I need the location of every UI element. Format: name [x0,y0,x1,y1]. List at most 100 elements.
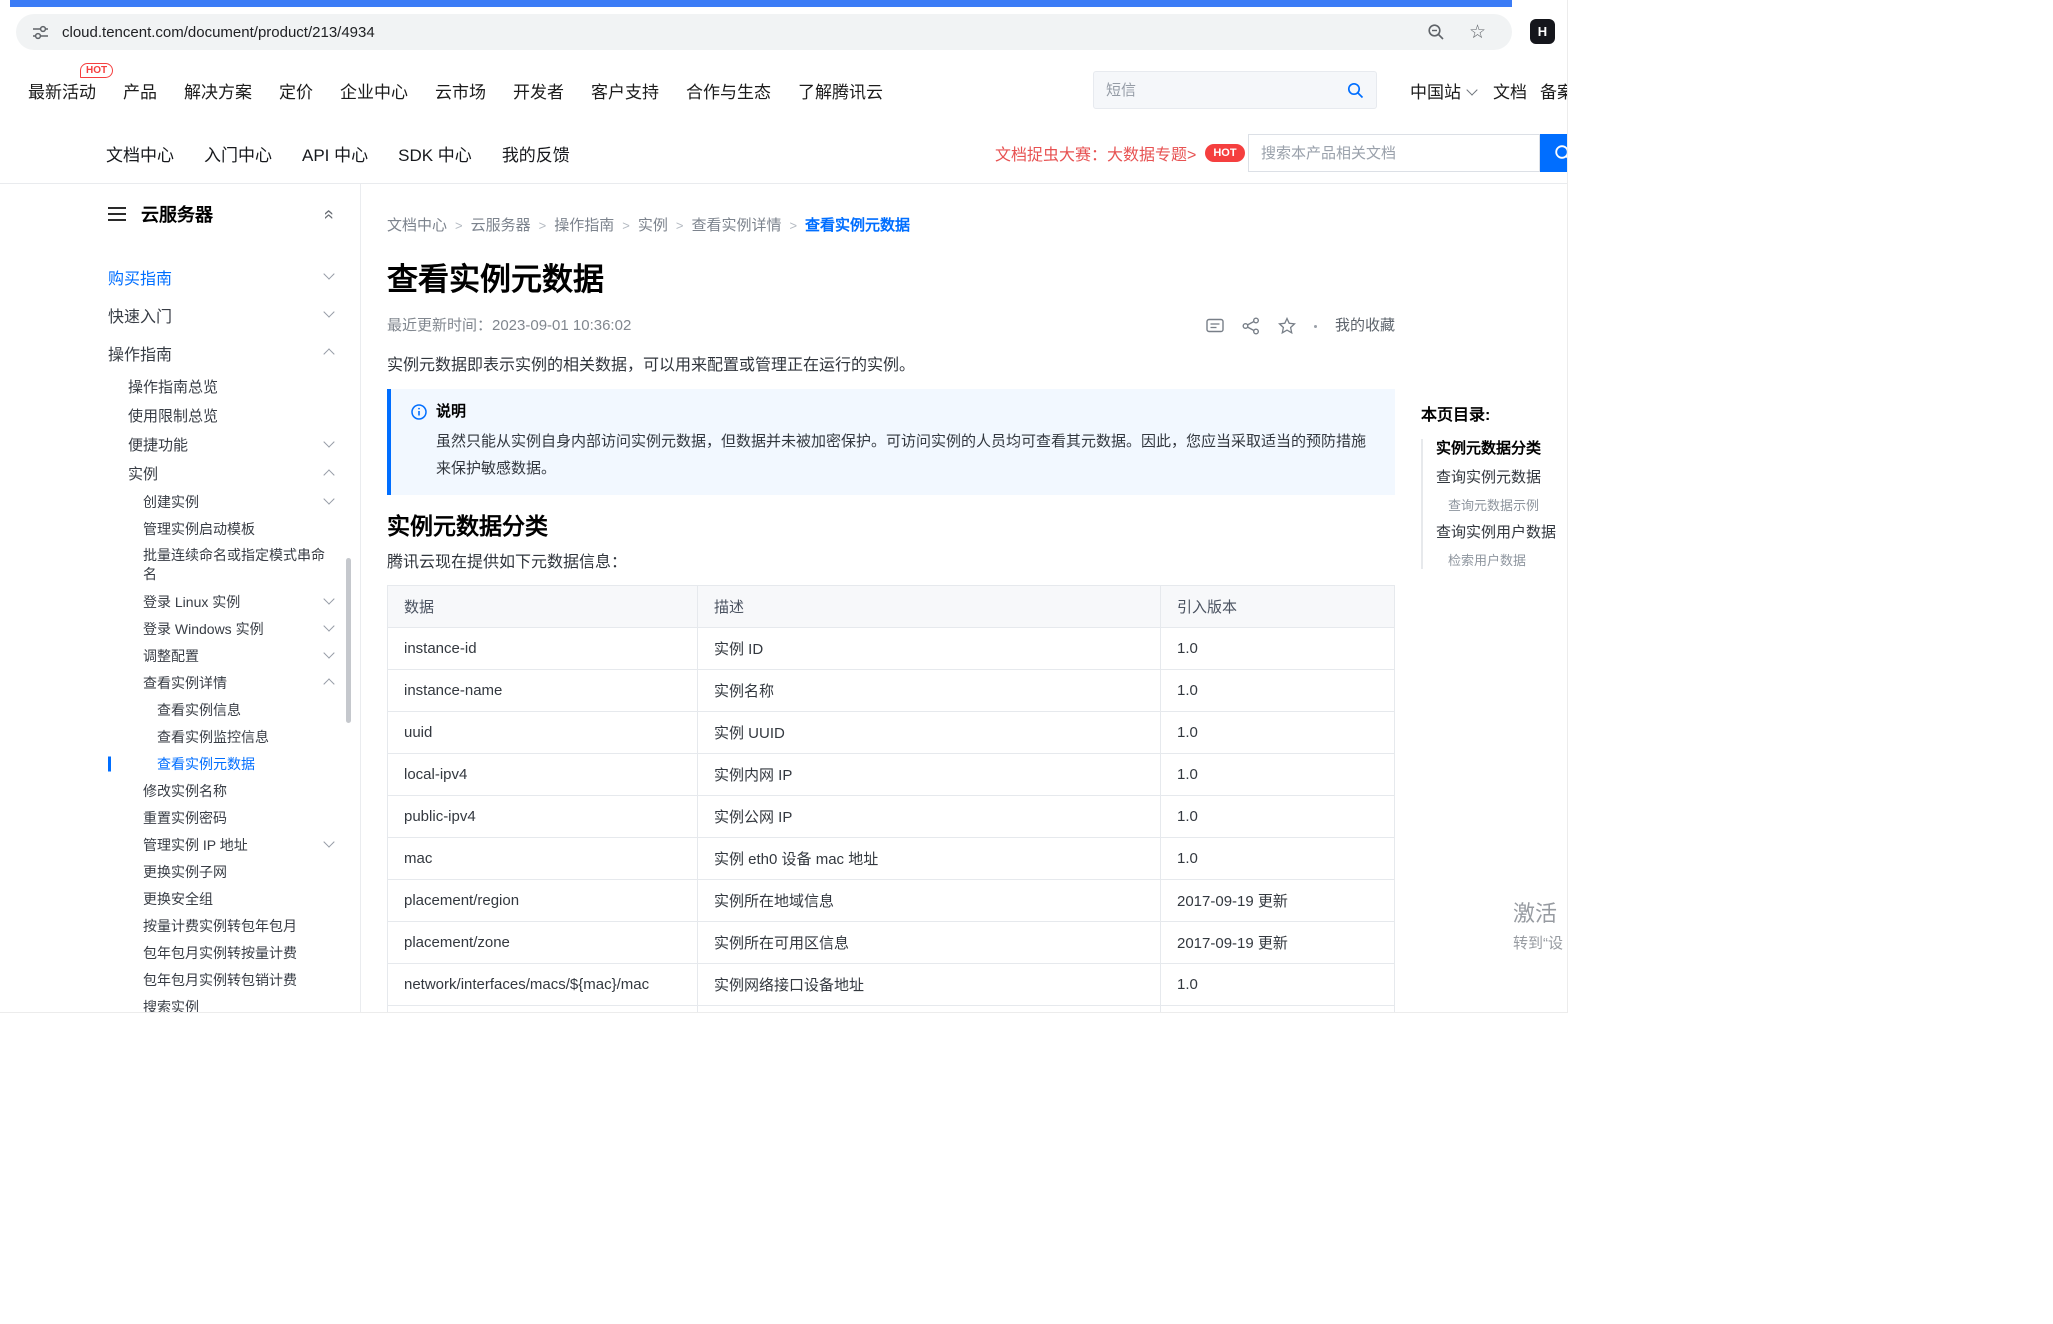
doc-nav-item[interactable]: 我的反馈 [502,141,570,166]
sidebar-item[interactable]: 使用限制总览 [90,401,360,430]
sidebar-item[interactable]: 操作指南总览 [90,372,360,401]
sidebar-item[interactable]: 登录 Linux 实例 [90,588,360,615]
toc-item[interactable]: 查询实例元数据 [1436,468,1568,488]
sidebar-item[interactable]: 搜索实例 [90,993,360,1013]
doc-nav-item[interactable]: 文档中心 [106,141,174,166]
sidebar-item[interactable]: 管理实例 IP 地址 [90,831,360,858]
sidebar-item[interactable]: 购买指南 [90,258,360,296]
search-icon[interactable] [1347,82,1364,99]
main-nav-item[interactable]: 产品 [123,78,157,103]
table-cell: public-ipv4 [388,796,698,838]
feedback-icon[interactable] [1206,318,1224,335]
nav-beian-link[interactable]: 备案 [1540,57,1568,123]
chevron-down-icon[interactable] [325,597,334,606]
share-icon[interactable] [1242,317,1260,335]
breadcrumb-item[interactable]: 查看实例详情 [691,216,781,236]
toc-item[interactable]: 查询元数据示例 [1436,497,1568,514]
extension-badge[interactable]: H [1530,19,1555,44]
sidebar-item[interactable]: 操作指南 [90,334,360,372]
main-nav-item[interactable]: 定价 [279,78,313,103]
sidebar-item[interactable]: 调整配置 [90,642,360,669]
toc-item[interactable]: 检索用户数据 [1436,552,1568,569]
collapse-sidebar-icon[interactable]: « [318,209,339,219]
sidebar-item[interactable]: 按量计费实例转包年包月 [90,912,360,939]
sidebar-item[interactable]: 查看实例监控信息 [90,723,360,750]
chevron-up-icon[interactable] [325,348,334,357]
breadcrumb-item[interactable]: 操作指南 [554,216,614,236]
last-updated: 最近更新时间：2023-09-01 10:36:02 [387,316,631,336]
chevron-down-icon[interactable] [325,497,334,506]
sidebar-item[interactable]: 创建实例 [90,488,360,515]
chevron-down-icon[interactable] [325,272,334,281]
region-selector[interactable]: 中国站 [1410,57,1477,123]
table-cell [388,1006,698,1014]
chevron-down-icon[interactable] [325,440,334,449]
favorite-star-icon[interactable] [1278,317,1296,335]
doc-search[interactable] [1248,134,1540,172]
global-search[interactable] [1093,71,1377,109]
main-nav-item[interactable]: 最新活动 [28,78,96,103]
sidebar-item[interactable]: 修改实例名称 [90,777,360,804]
main-nav-item[interactable]: 合作与生态 [686,78,771,103]
breadcrumb-item[interactable]: 文档中心 [387,216,447,236]
sidebar-item[interactable]: 便捷功能 [90,430,360,459]
my-favorites-link[interactable]: 我的收藏 [1335,316,1395,336]
doc-search-input[interactable] [1261,145,1527,162]
browser-window: ☆ H HOT 最新活动产品解决方案定价企业中心云市场开发者客户支持合作与生态了… [0,0,1568,1013]
toc-item[interactable]: 实例元数据分类 [1436,439,1568,459]
sidebar-item[interactable]: 快速入门 [90,296,360,334]
table-row-clipped [388,1006,1395,1014]
table-cell: 实例所在地域信息 [698,880,1161,922]
toc-item[interactable]: 查询实例用户数据 [1436,523,1568,543]
sidebar-item[interactable]: 查看实例详情 [90,669,360,696]
promo-link[interactable]: 文档捉虫大赛：大数据专题> HOT [995,123,1245,183]
menu-icon[interactable] [108,213,126,215]
breadcrumb-item[interactable]: 实例 [638,216,668,236]
main-nav-item[interactable]: 客户支持 [591,78,659,103]
sidebar-item[interactable]: 登录 Windows 实例 [90,615,360,642]
chevron-up-icon[interactable] [325,469,334,478]
sidebar-item[interactable]: 查看实例信息 [90,696,360,723]
zoom-icon[interactable] [1427,23,1445,41]
sidebar-item[interactable]: 批量连续命名或指定模式串命名 [90,542,360,588]
global-search-input[interactable] [1106,82,1347,99]
chevron-down-icon[interactable] [325,651,334,660]
sidebar-item[interactable]: 包年包月实例转按量计费 [90,939,360,966]
sidebar-scrollbar[interactable] [346,558,351,723]
table-cell: 1.0 [1161,964,1395,1006]
bookmark-star-icon[interactable]: ☆ [1469,23,1486,42]
doc-nav-item[interactable]: 入门中心 [204,141,272,166]
sidebar-item[interactable]: 更换安全组 [90,885,360,912]
nav-doc-link[interactable]: 文档 [1493,57,1527,123]
site-settings-icon[interactable] [32,24,49,41]
sidebar-item[interactable]: 重置实例密码 [90,804,360,831]
doc-nav-item[interactable]: API 中心 [302,141,368,166]
sidebar-item[interactable]: 更换实例子网 [90,858,360,885]
sidebar-item[interactable]: 查看实例元数据 [90,750,360,777]
chevron-down-icon [1468,86,1477,95]
sidebar-item[interactable]: 管理实例启动模板 [90,515,360,542]
main-nav-item[interactable]: 企业中心 [340,78,408,103]
note-body: 虽然只能从实例自身内部访问实例元数据，但数据并未被加密保护。可访问实例的人员均可… [411,428,1375,482]
doc-nav-item[interactable]: SDK 中心 [398,141,472,166]
main-nav-item[interactable]: 开发者 [513,78,564,103]
main-nav-item[interactable]: 了解腾讯云 [798,78,883,103]
sidebar-item[interactable]: 实例 [90,459,360,488]
address-bar[interactable]: ☆ [16,14,1512,50]
chevron-down-icon[interactable] [325,840,334,849]
sidebar-item-label: 管理实例启动模板 [143,519,255,539]
main-navigation: HOT 最新活动产品解决方案定价企业中心云市场开发者客户支持合作与生态了解腾讯云… [0,57,1567,123]
breadcrumb-item[interactable]: 云服务器 [471,216,531,236]
chevron-up-icon[interactable] [325,678,334,687]
sidebar-item[interactable]: 包年包月实例转包销计费 [90,966,360,993]
table-row: placement/region实例所在地域信息2017-09-19 更新 [388,880,1395,922]
chevron-down-icon[interactable] [325,624,334,633]
doc-search-button[interactable] [1540,134,1568,172]
main-nav-item[interactable]: 云市场 [435,78,486,103]
breadcrumb-separator: > [622,216,630,236]
main-nav-item[interactable]: 解决方案 [184,78,252,103]
chevron-down-icon[interactable] [325,310,334,319]
url-input[interactable] [62,24,1427,41]
breadcrumb-item[interactable]: 查看实例元数据 [805,216,910,236]
table-cell: 1.0 [1161,670,1395,712]
